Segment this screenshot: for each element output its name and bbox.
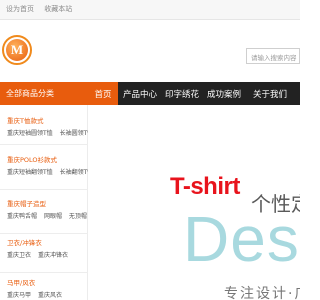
subcategory-link[interactable]: 重庆短袖翻领T恤 xyxy=(7,169,53,176)
category-tshirt[interactable]: 重庆T恤款式 重庆短袖圆领T恤 长袖圆领T恤 xyxy=(0,115,93,145)
all-categories-button[interactable]: 全部商品分类 xyxy=(0,82,88,105)
category-title[interactable]: 重庆T恤款式 xyxy=(0,115,88,125)
subcategory-link[interactable]: 重庆马甲 xyxy=(7,292,31,299)
category-vests[interactable]: 马甲/风衣 重庆马甲 重庆风衣 xyxy=(0,277,88,300)
subcategory-link[interactable]: 重庆卫衣 xyxy=(7,252,31,259)
subcategory-link[interactable]: 重庆短袖圆领T恤 xyxy=(7,130,53,137)
nav-item-printing[interactable]: 印字绣花 xyxy=(162,82,202,105)
header: M 请输入搜索内容 xyxy=(0,21,300,82)
category-title[interactable]: 重庆帽子造型 xyxy=(0,198,88,208)
category-subs: 重庆短袖圆领T恤 长袖圆领T恤 xyxy=(0,125,93,137)
subcategory-link[interactable]: 重庆鸭舌帽 xyxy=(7,213,37,220)
category-subs: 重庆鸭舌帽 网眼帽 无顶帽 xyxy=(0,208,88,220)
category-title[interactable]: 马甲/风衣 xyxy=(0,277,88,287)
category-sidebar: 重庆T恤款式 重庆短袖圆领T恤 长袖圆领T恤 重庆POLO衫款式 重庆短袖翻领T… xyxy=(0,105,93,300)
category-subs: 重庆短袖翻领T恤 长袖翻领T恤 xyxy=(0,164,93,176)
category-hats[interactable]: 重庆帽子造型 重庆鸭舌帽 网眼帽 无顶帽 xyxy=(0,198,88,234)
hero-banner[interactable]: T-shirt 个性定制 Design 专注设计·广告衫·文化衫定制 xyxy=(88,105,300,300)
category-title[interactable]: 重庆POLO衫款式 xyxy=(0,154,88,164)
nav-item-home[interactable]: 首页 xyxy=(88,82,118,105)
search-input[interactable]: 请输入搜索内容 xyxy=(246,48,300,64)
nav-item-cases[interactable]: 成功案例 xyxy=(204,82,244,105)
category-subs: 重庆马甲 重庆风衣 xyxy=(0,287,88,299)
category-polo[interactable]: 重庆POLO衫款式 重庆短袖翻领T恤 长袖翻领T恤 xyxy=(0,154,93,190)
top-bar: 设为首页 收藏本站 xyxy=(0,0,300,20)
banner-design-word: Design xyxy=(183,203,300,275)
subcategory-link[interactable]: 重庆冲锋衣 xyxy=(38,252,68,259)
subcategory-link[interactable]: 网眼帽 xyxy=(44,213,62,220)
category-subs: 重庆卫衣 重庆冲锋衣 xyxy=(0,247,88,259)
set-homepage-link[interactable]: 设为首页 xyxy=(6,5,34,13)
bookmark-link[interactable]: 收藏本站 xyxy=(44,5,72,13)
logo-icon: M xyxy=(6,39,28,61)
category-title[interactable]: 卫衣/冲锋衣 xyxy=(0,237,88,247)
subcategory-link[interactable]: 重庆风衣 xyxy=(38,292,62,299)
banner-headline: T-shirt xyxy=(170,173,240,200)
top-links: 设为首页 收藏本站 xyxy=(6,4,80,14)
logo[interactable]: M xyxy=(2,35,32,65)
banner-tagline: 专注设计·广告衫·文化衫定制 xyxy=(224,286,300,300)
nav-item-about[interactable]: 关于我们 xyxy=(248,82,292,105)
category-hoodies[interactable]: 卫衣/冲锋衣 重庆卫衣 重庆冲锋衣 xyxy=(0,237,88,273)
nav-item-products[interactable]: 产品中心 xyxy=(120,82,160,105)
main-nav: 全部商品分类 首页 产品中心 印字绣花 成功案例 关于我们 xyxy=(0,82,300,105)
subcategory-link[interactable]: 无顶帽 xyxy=(69,213,87,220)
